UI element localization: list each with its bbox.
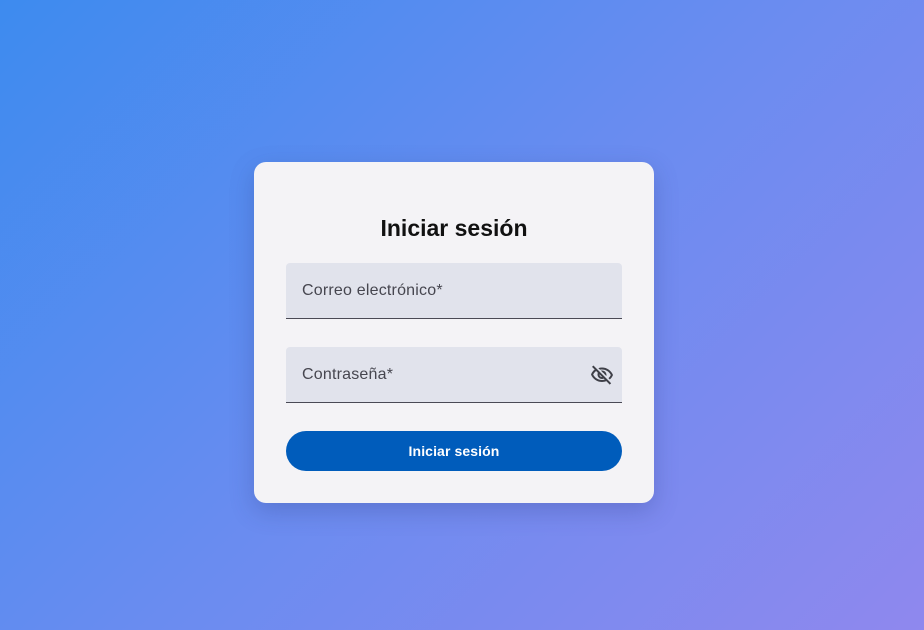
login-submit-button[interactable]: Iniciar sesión bbox=[286, 431, 622, 471]
email-field[interactable]: Correo electrónico* bbox=[286, 263, 622, 319]
visibility-off-icon[interactable] bbox=[590, 363, 614, 387]
password-field[interactable]: Contraseña* bbox=[286, 347, 622, 403]
login-card: Iniciar sesión Correo electrónico* Contr… bbox=[254, 162, 654, 503]
email-input[interactable] bbox=[286, 263, 622, 318]
login-title: Iniciar sesión bbox=[380, 215, 528, 241]
password-input[interactable] bbox=[286, 347, 622, 402]
